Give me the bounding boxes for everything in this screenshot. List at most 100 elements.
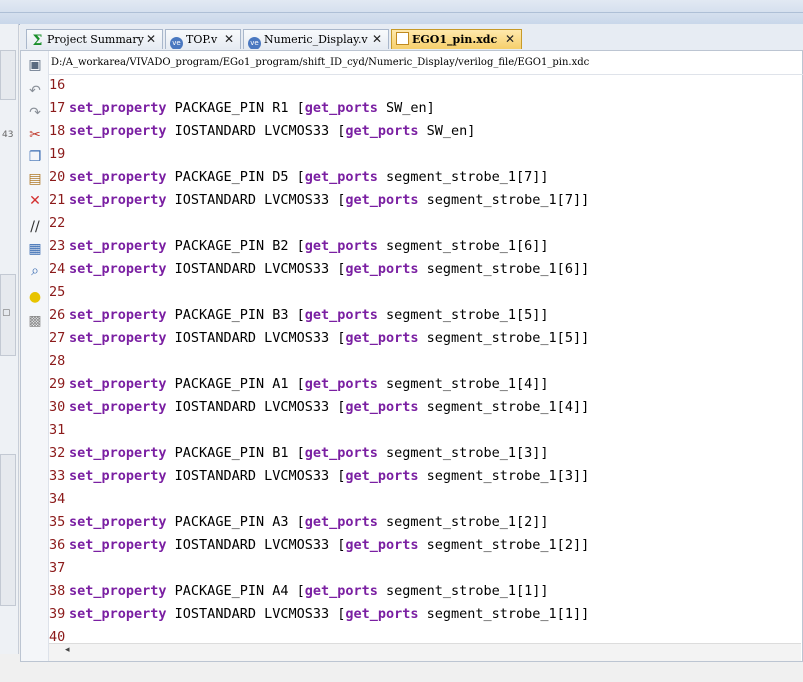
keyword-set-property: set_property — [69, 123, 167, 139]
tab-label: Project Summary — [47, 33, 144, 46]
left-panel-scroll-region[interactable] — [0, 50, 16, 100]
copy-icon[interactable]: ❐ — [27, 149, 43, 165]
code-line[interactable]: 26 set_property PACKAGE_PIN B3 [get_ports… — [49, 304, 801, 327]
code-text: segment_strobe_1[4]] — [418, 399, 590, 415]
keyword-get-ports: get_ports — [304, 100, 378, 116]
scroll-left-icon[interactable]: ◂ — [65, 645, 70, 655]
code-text: SW_en] — [377, 100, 435, 116]
tab-label: Numeric_Display.v — [264, 33, 368, 46]
code-text: segment_strobe_1[3]] — [377, 445, 549, 461]
code-line[interactable]: 17 set_property PACKAGE_PIN R1 [get_ports… — [49, 97, 801, 120]
code-line[interactable]: 24 set_property IOSTANDARD LVCMOS33 [get_… — [49, 258, 801, 281]
line-number: 17 — [49, 100, 66, 116]
cut-icon[interactable]: ✂ — [27, 127, 43, 143]
keyword-get-ports: get_ports — [304, 514, 378, 530]
code-text: IOSTANDARD LVCMOS33 [ — [166, 123, 346, 139]
tab-ego1-pin-xdc[interactable]: EGO1_pin.xdc ✕ — [391, 29, 522, 49]
code-line[interactable]: 21 set_property IOSTANDARD LVCMOS33 [get_… — [49, 189, 801, 212]
code-area[interactable]: 16 17 set_property PACKAGE_PIN R1 [get_por… — [49, 74, 801, 644]
keyword-set-property: set_property — [69, 261, 167, 277]
code-text: PACKAGE_PIN B1 [ — [166, 445, 305, 461]
keyword-set-property: set_property — [69, 192, 167, 208]
code-text: IOSTANDARD LVCMOS33 [ — [166, 330, 346, 346]
code-text: IOSTANDARD LVCMOS33 [ — [166, 537, 346, 553]
paste-icon[interactable]: ▤ — [27, 171, 43, 187]
close-icon[interactable]: ✕ — [224, 30, 234, 49]
code-text: segment_strobe_1[1]] — [377, 583, 549, 599]
keyword-get-ports: get_ports — [304, 238, 378, 254]
line-number: 35 — [49, 514, 66, 530]
line-number: 20 — [49, 169, 66, 185]
close-icon[interactable]: ✕ — [146, 30, 156, 49]
redo-icon[interactable]: ↷ — [27, 105, 43, 121]
code-line[interactable]: 32 set_property PACKAGE_PIN B1 [get_ports… — [49, 442, 801, 465]
line-number: 40 — [49, 629, 66, 644]
code-line[interactable]: 22 — [49, 212, 801, 235]
code-line[interactable]: 25 — [49, 281, 801, 304]
keyword-set-property: set_property — [69, 376, 167, 392]
code-line[interactable]: 33 set_property IOSTANDARD LVCMOS33 [get_… — [49, 465, 801, 488]
keyword-set-property: set_property — [69, 307, 167, 323]
code-text: PACKAGE_PIN R1 [ — [166, 100, 305, 116]
code-line[interactable]: 31 — [49, 419, 801, 442]
code-text: segment_strobe_1[6]] — [418, 261, 590, 277]
line-number: 34 — [49, 491, 66, 507]
code-line[interactable]: 20 set_property PACKAGE_PIN D5 [get_ports… — [49, 166, 801, 189]
tab-numeric-display-v[interactable]: ve Numeric_Display.v ✕ — [243, 29, 389, 49]
code-line[interactable]: 23 set_property PACKAGE_PIN B2 [get_ports… — [49, 235, 801, 258]
editor-tab-bar: Σ Project Summary ✕ ve TOP.v ✕ ve Numeric_D… — [20, 24, 803, 51]
delete-icon[interactable]: ✕ — [27, 193, 43, 209]
keyword-get-ports: get_ports — [345, 468, 419, 484]
code-line[interactable]: 29 set_property PACKAGE_PIN A1 [get_ports… — [49, 373, 801, 396]
code-line[interactable]: 34 — [49, 488, 801, 511]
code-text: PACKAGE_PIN D5 [ — [166, 169, 305, 185]
code-text: IOSTANDARD LVCMOS33 [ — [166, 261, 346, 277]
verilog-file-icon: ve — [248, 37, 261, 49]
close-icon[interactable]: ✕ — [372, 30, 382, 49]
keyword-get-ports: get_ports — [345, 123, 419, 139]
code-line[interactable]: 35 set_property PACKAGE_PIN A3 [get_ports… — [49, 511, 801, 534]
code-line[interactable]: 37 — [49, 557, 801, 580]
keyword-get-ports: get_ports — [304, 583, 378, 599]
line-number: 25 — [49, 284, 66, 300]
code-line[interactable]: 18 set_property IOSTANDARD LVCMOS33 [get_… — [49, 120, 801, 143]
line-number: 16 — [49, 77, 66, 93]
left-panel-label-fragment: 43 — [2, 130, 14, 140]
save-icon[interactable]: ▣ — [27, 57, 43, 73]
code-text: IOSTANDARD LVCMOS33 [ — [166, 399, 346, 415]
horizontal-scrollbar[interactable]: ◂ — [49, 643, 801, 661]
tab-project-summary[interactable]: Σ Project Summary ✕ — [26, 29, 163, 49]
code-line[interactable]: 27 set_property IOSTANDARD LVCMOS33 [get_… — [49, 327, 801, 350]
keyword-get-ports: get_ports — [345, 399, 419, 415]
keyword-set-property: set_property — [69, 330, 167, 346]
close-icon[interactable]: ✕ — [505, 30, 515, 49]
keyword-get-ports: get_ports — [345, 330, 419, 346]
line-number: 24 — [49, 261, 66, 277]
keyword-get-ports: get_ports — [345, 261, 419, 277]
code-line[interactable]: 36 set_property IOSTANDARD LVCMOS33 [get_… — [49, 534, 801, 557]
find-replace-icon[interactable]: ⌕ — [27, 263, 43, 279]
code-line[interactable]: 30 set_property IOSTANDARD LVCMOS33 [get_… — [49, 396, 801, 419]
undo-icon[interactable]: ↶ — [27, 83, 43, 99]
code-line[interactable]: 19 — [49, 143, 801, 166]
line-number: 36 — [49, 537, 66, 553]
line-number: 29 — [49, 376, 66, 392]
code-line[interactable]: 40 — [49, 626, 801, 644]
tab-top-v[interactable]: ve TOP.v ✕ — [165, 29, 241, 49]
line-number: 37 — [49, 560, 66, 576]
left-panel-lower-region[interactable] — [0, 454, 16, 606]
code-line[interactable]: 39 set_property IOSTANDARD LVCMOS33 [get_… — [49, 603, 801, 626]
editor-toolbar: ▣ ↶ ↷ ✂ ❐ ▤ ✕ // ▦ ⌕ ● ▩ — [21, 51, 49, 661]
code-line[interactable]: 38 set_property PACKAGE_PIN A4 [get_ports… — [49, 580, 801, 603]
code-text: segment_strobe_1[2]] — [377, 514, 549, 530]
lightbulb-icon[interactable]: ● — [27, 289, 43, 305]
comment-icon[interactable]: // — [27, 219, 43, 235]
keyword-get-ports: get_ports — [345, 537, 419, 553]
template-icon[interactable]: ▩ — [27, 313, 43, 329]
code-line[interactable]: 28 — [49, 350, 801, 373]
tab-label: EGO1_pin.xdc — [412, 33, 498, 46]
keyword-get-ports: get_ports — [304, 169, 378, 185]
code-line[interactable]: 16 — [49, 74, 801, 97]
line-number: 28 — [49, 353, 66, 369]
select-all-icon[interactable]: ▦ — [27, 241, 43, 257]
